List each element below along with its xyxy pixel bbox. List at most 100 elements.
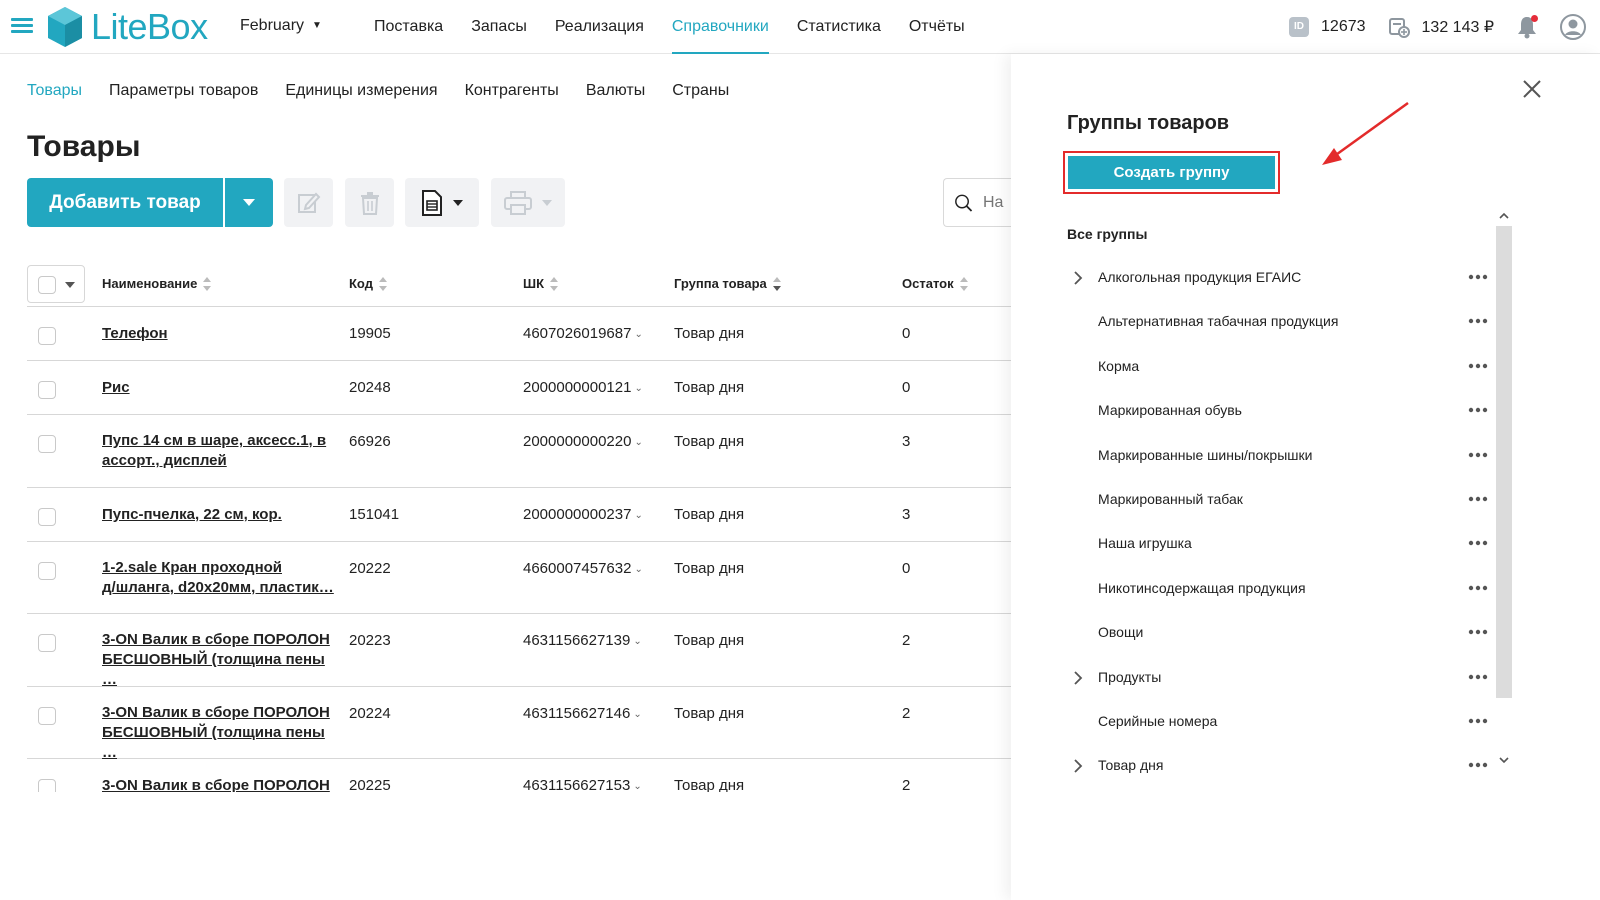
row-checkbox[interactable] xyxy=(38,634,56,652)
group-label[interactable]: Наша игрушка xyxy=(1098,535,1192,551)
add-product-button[interactable]: Добавить товар xyxy=(27,178,223,227)
edit-button[interactable] xyxy=(284,178,333,227)
row-checkbox[interactable] xyxy=(38,435,56,453)
more-options-icon[interactable] xyxy=(1467,671,1489,683)
product-name-link[interactable]: Рис xyxy=(102,378,334,398)
group-label[interactable]: Корма xyxy=(1098,358,1139,374)
column-group[interactable]: Группа товара xyxy=(674,276,781,291)
group-item[interactable]: Товар дня xyxy=(1067,751,1497,781)
group-item[interactable]: Корма xyxy=(1067,352,1497,382)
product-barcode[interactable]: 2000000000121 ⌄ xyxy=(523,379,643,396)
group-label[interactable]: Никотинсодержащая продукция xyxy=(1098,580,1306,596)
product-name-link[interactable]: 3-ON Валик в сборе ПОРОЛОН xyxy=(102,776,334,792)
group-item[interactable]: Никотинсодержащая продукция xyxy=(1067,574,1497,604)
group-item[interactable]: Альтернативная табачная продукция xyxy=(1067,307,1497,337)
more-options-icon[interactable] xyxy=(1467,360,1489,372)
group-item[interactable]: Продукты xyxy=(1067,663,1497,693)
tab-edinicy[interactable]: Единицы измерения xyxy=(285,82,437,100)
nav-item-statistika[interactable]: Статистика xyxy=(797,0,881,54)
more-options-icon[interactable] xyxy=(1467,271,1489,283)
more-options-icon[interactable] xyxy=(1467,582,1489,594)
product-barcode[interactable]: 4660007457632 ⌄ xyxy=(523,560,643,577)
print-button[interactable] xyxy=(491,178,565,227)
add-product-dropdown-button[interactable] xyxy=(225,178,273,227)
notifications-bell-icon[interactable] xyxy=(1516,15,1538,39)
tab-valyuty[interactable]: Валюты xyxy=(586,82,645,100)
group-label[interactable]: Овощи xyxy=(1098,624,1143,640)
table-row[interactable]: 3-ON Валик в сборе ПОРОЛОН БЕСШОВНЫЙ (тол… xyxy=(27,687,1011,761)
scroll-up-icon[interactable] xyxy=(1498,210,1510,222)
select-all-control[interactable] xyxy=(27,265,85,303)
row-checkbox[interactable] xyxy=(38,707,56,725)
chevron-right-icon[interactable] xyxy=(1073,670,1083,686)
row-checkbox[interactable] xyxy=(38,562,56,580)
product-barcode[interactable]: 4607026019687 ⌄ xyxy=(523,325,643,342)
column-stock[interactable]: Остаток xyxy=(902,276,968,291)
tab-tovary[interactable]: Товары xyxy=(27,82,82,100)
more-options-icon[interactable] xyxy=(1467,493,1489,505)
scroll-down-icon[interactable] xyxy=(1498,754,1510,766)
table-row[interactable]: Рис 20248 2000000000121 ⌄ Товар дня 0 xyxy=(27,361,1011,415)
nav-item-realizaciya[interactable]: Реализация xyxy=(555,0,644,54)
table-row[interactable]: 3-ON Валик в сборе ПОРОЛОН БЕСШОВНЫЙ (тол… xyxy=(27,614,1011,690)
select-all-checkbox[interactable] xyxy=(38,276,56,294)
product-name-link[interactable]: Пупс-пчелка, 22 см, кор. xyxy=(102,505,334,525)
row-checkbox[interactable] xyxy=(38,779,56,792)
group-item[interactable]: Наша игрушка xyxy=(1067,529,1497,559)
row-checkbox[interactable] xyxy=(38,508,56,526)
chevron-right-icon[interactable] xyxy=(1073,758,1083,774)
product-barcode[interactable]: 4631156627153 ⌄ xyxy=(523,777,642,792)
product-barcode[interactable]: 2000000000237 ⌄ xyxy=(523,506,643,523)
product-name-link[interactable]: Телефон xyxy=(102,324,334,344)
all-groups-label[interactable]: Все группы xyxy=(1067,226,1147,242)
delete-button[interactable] xyxy=(345,178,394,227)
group-label[interactable]: Маркированный табак xyxy=(1098,491,1243,507)
product-name-link[interactable]: 3-ON Валик в сборе ПОРОЛОН БЕСШОВНЫЙ (тол… xyxy=(102,703,334,763)
group-label[interactable]: Серийные номера xyxy=(1098,713,1217,729)
more-options-icon[interactable] xyxy=(1467,759,1489,771)
nav-item-otchety[interactable]: Отчёты xyxy=(909,0,965,54)
nav-item-postavka[interactable]: Поставка xyxy=(374,0,443,54)
column-code[interactable]: Код xyxy=(349,276,387,291)
group-label[interactable]: Алкогольная продукция ЕГАИС xyxy=(1098,269,1301,285)
product-name-link[interactable]: Пупс 14 см в шаре, аксесс.1, в ассорт., д… xyxy=(102,431,334,471)
row-checkbox[interactable] xyxy=(38,327,56,345)
product-barcode[interactable]: 2000000000220 ⌄ xyxy=(523,433,643,450)
menu-icon[interactable] xyxy=(11,18,33,34)
group-label[interactable]: Товар дня xyxy=(1098,757,1163,773)
export-button[interactable] xyxy=(405,178,479,227)
scrollbar-thumb[interactable] xyxy=(1496,226,1512,698)
user-avatar-icon[interactable] xyxy=(1560,14,1586,40)
chevron-right-icon[interactable] xyxy=(1073,270,1083,286)
product-barcode[interactable]: 4631156627139 ⌄ xyxy=(523,632,642,649)
table-row[interactable]: Телефон 19905 4607026019687 ⌄ Товар дня 0 xyxy=(27,307,1011,361)
table-row[interactable]: Пупс-пчелка, 22 см, кор. 151041 20000000… xyxy=(27,488,1011,542)
group-label[interactable]: Маркированные шины/покрышки xyxy=(1098,447,1312,463)
row-checkbox[interactable] xyxy=(38,381,56,399)
table-row[interactable]: 1-2.sale Кран проходной д/шланга, d20x20м… xyxy=(27,542,1011,614)
create-group-button[interactable]: Создать группу xyxy=(1068,156,1275,189)
column-name[interactable]: Наименование xyxy=(102,276,212,291)
more-options-icon[interactable] xyxy=(1467,315,1489,327)
product-name-link[interactable]: 3-ON Валик в сборе ПОРОЛОН БЕСШОВНЫЙ (тол… xyxy=(102,630,334,690)
tab-kontragenty[interactable]: Контрагенты xyxy=(465,82,559,100)
column-barcode[interactable]: ШК xyxy=(523,276,558,291)
month-selector[interactable]: February ▼ xyxy=(240,17,322,35)
group-label[interactable]: Альтернативная табачная продукция xyxy=(1098,313,1338,329)
table-row[interactable]: 3-ON Валик в сборе ПОРОЛОН 20225 4631156… xyxy=(27,759,1011,792)
cash-register-icon[interactable] xyxy=(1388,16,1410,38)
more-options-icon[interactable] xyxy=(1467,715,1489,727)
more-options-icon[interactable] xyxy=(1467,449,1489,461)
nav-item-spravochniki[interactable]: Справочники xyxy=(671,0,769,54)
tab-strany[interactable]: Страны xyxy=(672,82,729,100)
more-options-icon[interactable] xyxy=(1467,537,1489,549)
product-barcode[interactable]: 4631156627146 ⌄ xyxy=(523,705,642,722)
group-item[interactable]: Маркированная обувь xyxy=(1067,396,1497,426)
table-row[interactable]: Пупс 14 см в шаре, аксесс.1, в ассорт., д… xyxy=(27,415,1011,488)
more-options-icon[interactable] xyxy=(1467,404,1489,416)
group-label[interactable]: Маркированная обувь xyxy=(1098,402,1242,418)
group-label[interactable]: Продукты xyxy=(1098,669,1161,685)
group-item[interactable]: Маркированный табак xyxy=(1067,485,1497,515)
group-item[interactable]: Алкогольная продукция ЕГАИС xyxy=(1067,263,1497,293)
logo[interactable]: LiteBox xyxy=(45,5,208,49)
